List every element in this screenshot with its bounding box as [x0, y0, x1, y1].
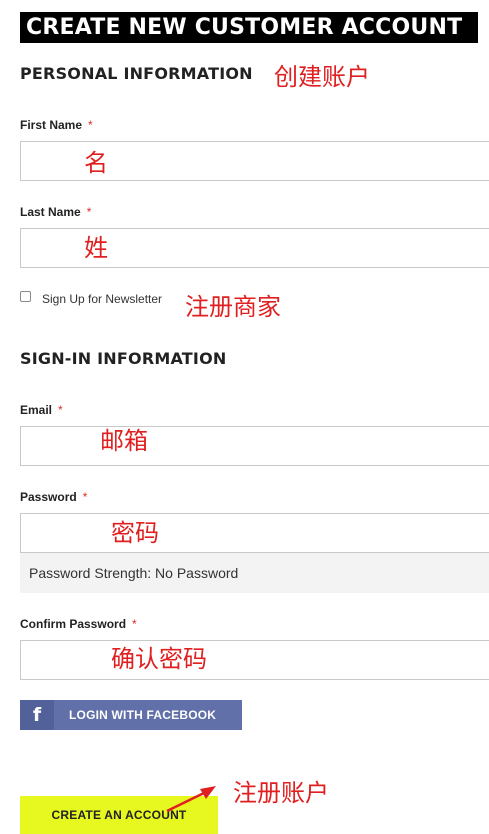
annotation-last-name: 姓: [84, 234, 108, 262]
signin-info-heading: SIGN-IN INFORMATION: [20, 349, 227, 368]
email-label-text: Email: [20, 403, 53, 417]
password-label-text: Password: [20, 490, 77, 504]
required-mark: *: [86, 205, 92, 219]
create-account-label: CREATE AN ACCOUNT: [51, 808, 187, 822]
last-name-label: Last Name *: [20, 205, 91, 219]
annotation-newsletter: 注册商家: [185, 293, 281, 321]
first-name-label-text: First Name: [20, 118, 83, 132]
personal-info-heading: PERSONAL INFORMATION: [20, 64, 253, 83]
facebook-login-button[interactable]: f LOGIN WITH FACEBOOK: [20, 700, 242, 730]
newsletter-checkbox[interactable]: [20, 291, 31, 302]
email-label: Email *: [20, 403, 63, 417]
annotation-create-account: 创建账户: [274, 63, 370, 91]
password-strength-meter: Password Strength: No Password: [20, 553, 489, 593]
confirm-password-label-text: Confirm Password: [20, 617, 127, 631]
last-name-label-text: Last Name: [20, 205, 81, 219]
create-account-button[interactable]: CREATE AN ACCOUNT: [20, 796, 218, 834]
page-title: CREATE NEW CUSTOMER ACCOUNT: [26, 15, 463, 40]
page-title-banner: CREATE NEW CUSTOMER ACCOUNT: [20, 12, 478, 43]
confirm-password-label: Confirm Password *: [20, 617, 137, 631]
annotation-confirm-password: 确认密码: [111, 645, 207, 673]
annotation-first-name: 名: [84, 149, 108, 177]
annotation-email: 邮箱: [100, 427, 148, 455]
newsletter-label[interactable]: Sign Up for Newsletter: [42, 292, 162, 306]
required-mark: *: [132, 617, 137, 631]
annotation-create-account-button: 注册账户: [233, 779, 329, 807]
required-mark: *: [58, 403, 63, 417]
confirm-password-input[interactable]: [20, 640, 489, 680]
first-name-label: First Name *: [20, 118, 93, 132]
required-mark: *: [88, 118, 93, 132]
annotation-password: 密码: [111, 519, 159, 547]
password-label: Password *: [20, 490, 87, 504]
facebook-icon: f: [20, 700, 54, 730]
required-mark: *: [82, 490, 88, 504]
email-input[interactable]: [20, 426, 489, 466]
password-input[interactable]: [20, 513, 489, 553]
facebook-login-label: LOGIN WITH FACEBOOK: [69, 708, 217, 722]
password-strength-text: Password Strength: No Password: [29, 565, 239, 581]
